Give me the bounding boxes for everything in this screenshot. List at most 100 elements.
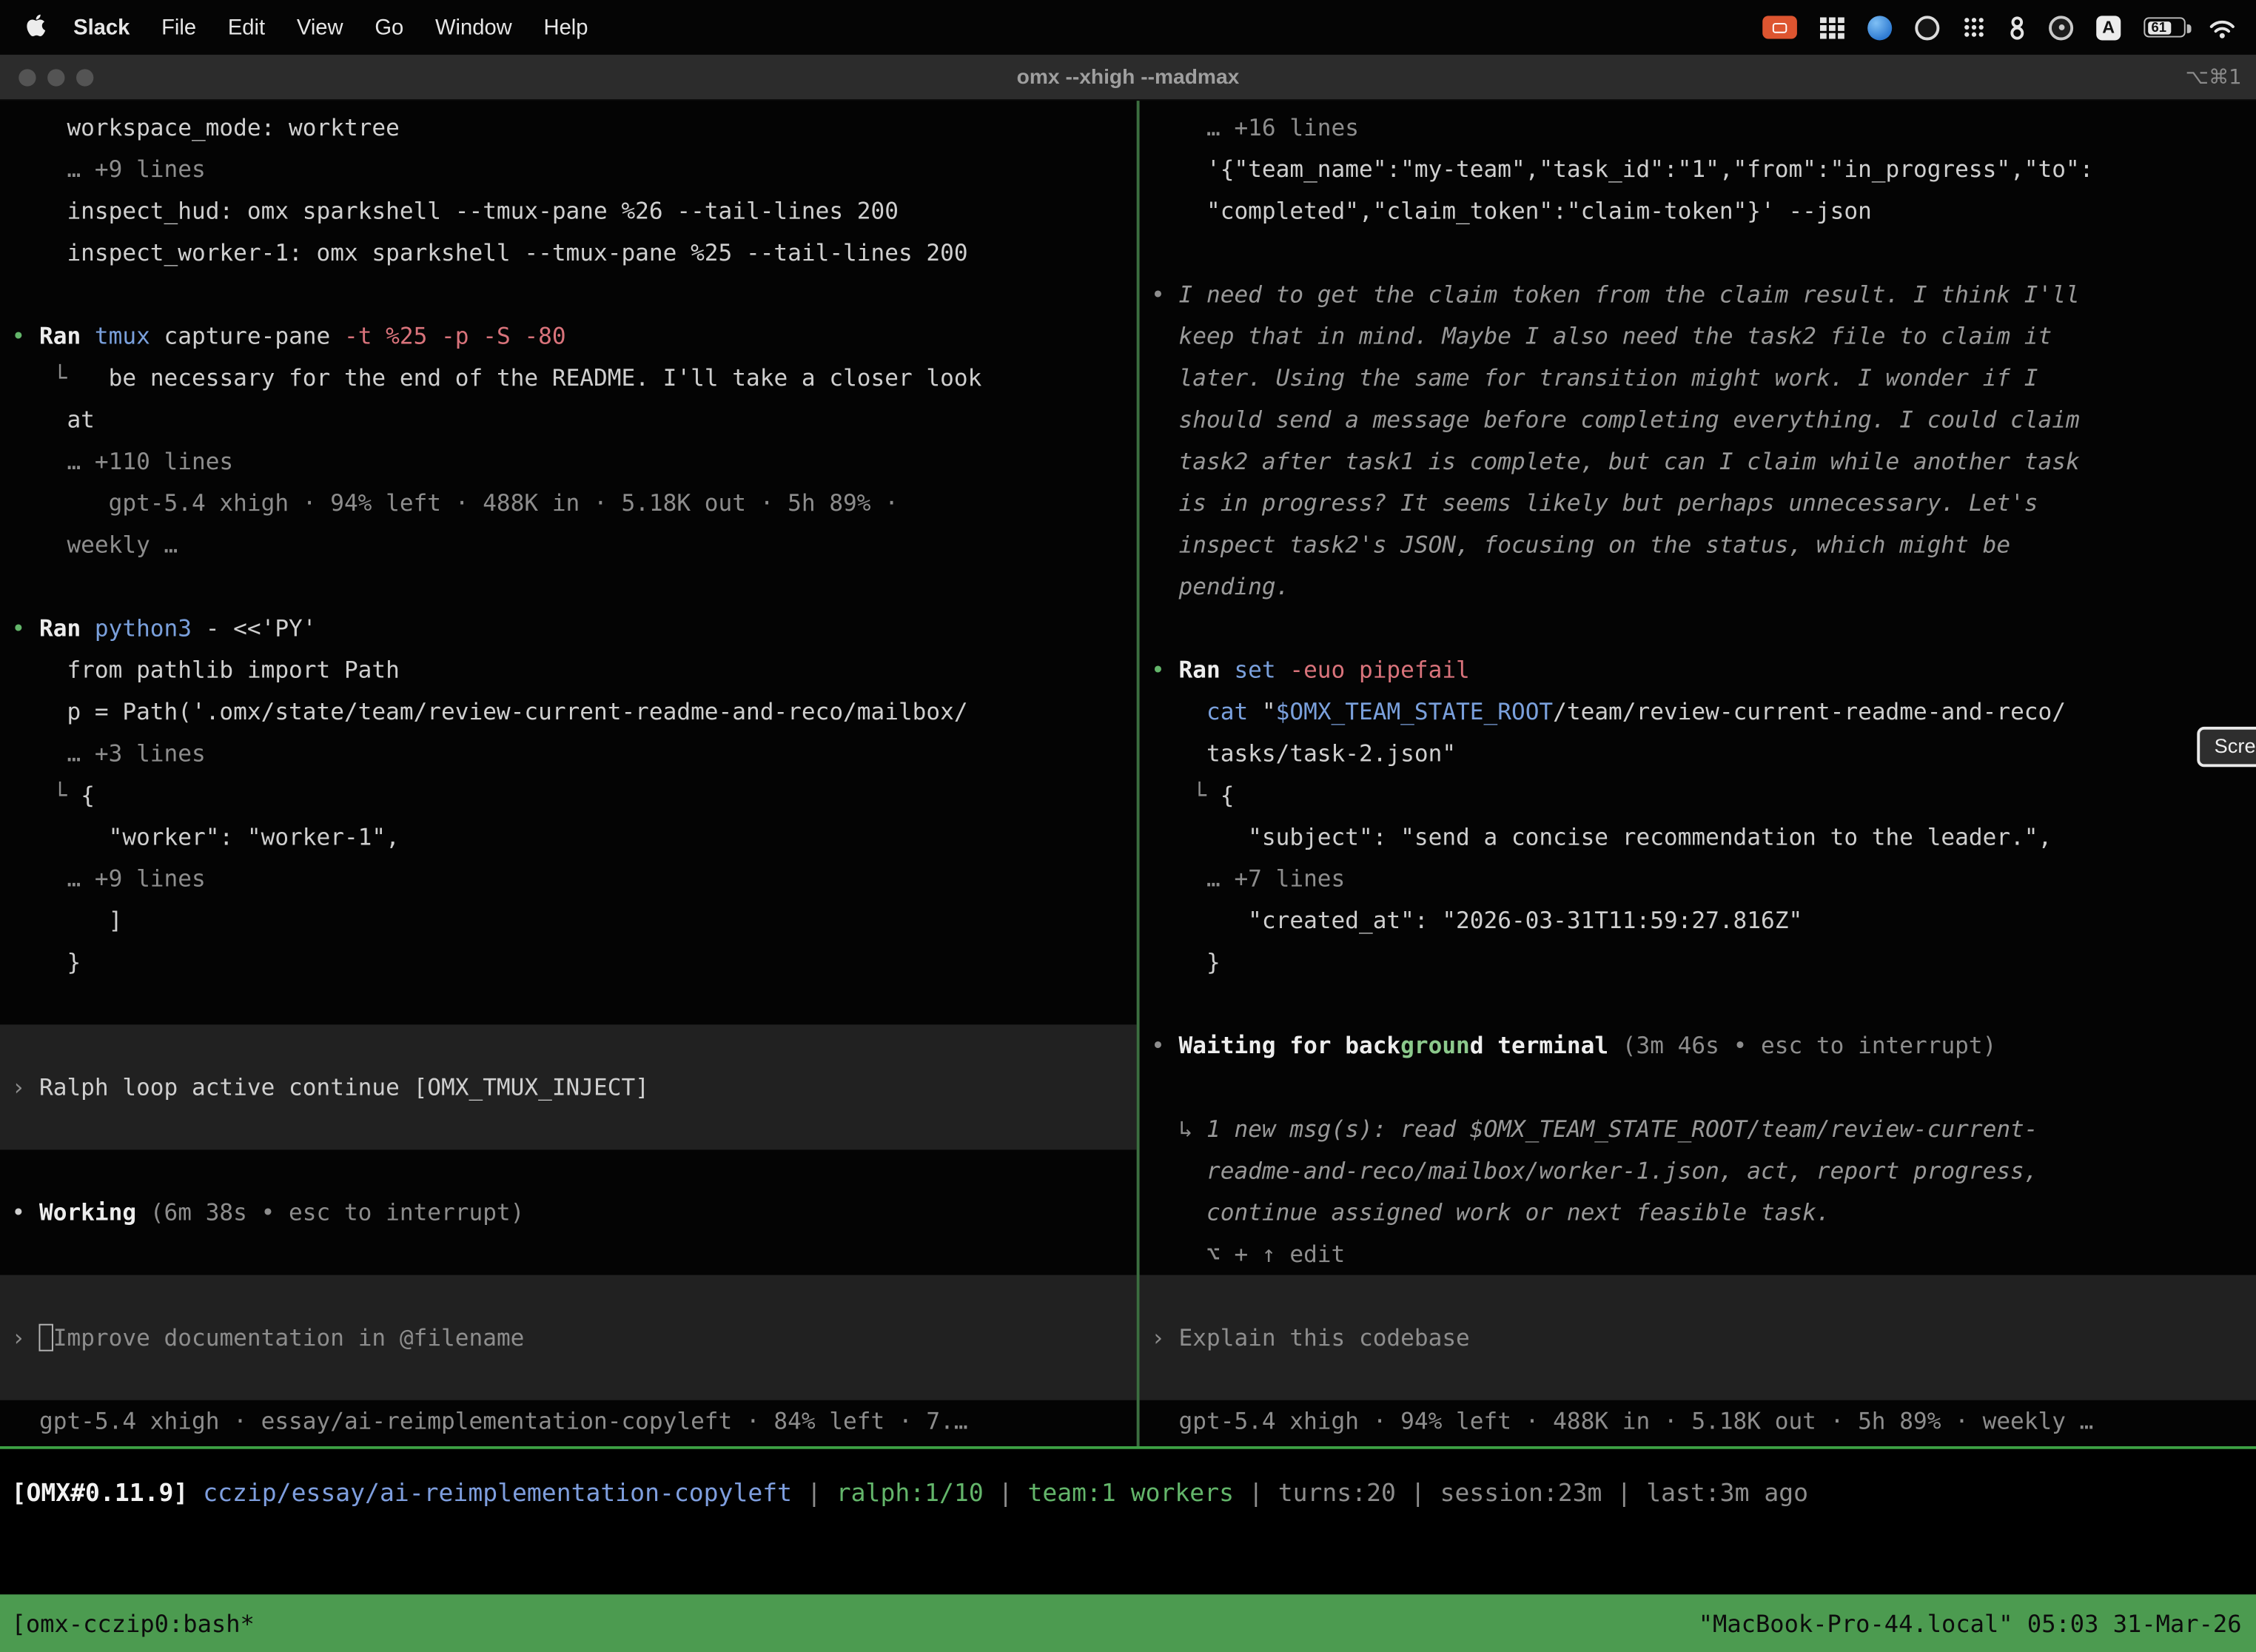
terminal-text: } — [1151, 948, 1221, 976]
terminal-text: readme-and-reco/mailbox/worker-1.json, a… — [1151, 1157, 2038, 1184]
menu-item-help[interactable]: Help — [528, 15, 604, 39]
terminal-line: } — [12, 941, 1137, 983]
terminal-text: I need to get the claim token from the c… — [1179, 281, 2080, 308]
menu-item-edit[interactable]: Edit — [212, 15, 281, 39]
terminal-text: Ran — [39, 323, 95, 350]
dots-grid-icon[interactable] — [1962, 16, 1985, 38]
minimize-button[interactable] — [47, 68, 64, 85]
terminal-text: continue assigned work or next feasible … — [1151, 1199, 1830, 1226]
terminal-line: › Improve documentation in @filename — [12, 1317, 1137, 1358]
apple-menu[interactable] — [26, 13, 46, 43]
terminal-text: … +3 lines — [12, 739, 206, 767]
terminal-line — [12, 1108, 1137, 1149]
terminal-text: keep that in mind. Maybe I also need the… — [1151, 323, 2052, 350]
terminal-line: └ be necessary for the end of the README… — [12, 357, 1137, 398]
terminal-line: } — [1151, 941, 2256, 983]
screen-recording-indicator-icon[interactable] — [1762, 16, 1797, 38]
terminal-line: at — [12, 399, 1137, 440]
battery-percent-label: 61 — [2148, 19, 2169, 35]
prompt-band: › Improve documentation in @filename — [0, 1275, 1137, 1400]
terminal-text: (6m 38s • esc to interrupt) — [150, 1199, 525, 1226]
terminal-text: cat — [1206, 698, 1262, 725]
terminal-text: { — [81, 782, 95, 809]
close-button[interactable] — [19, 68, 36, 85]
menu-item-file[interactable]: File — [146, 15, 212, 39]
terminal-text: Working — [39, 1199, 150, 1226]
terminal-line: • Ran tmux capture-pane -t %25 -p -S -80 — [12, 315, 1137, 357]
terminal-text: last:3m ago — [1646, 1480, 1808, 1508]
terminal-line — [12, 273, 1137, 315]
terminal-line — [1151, 607, 2256, 648]
terminal-text: tmux — [95, 323, 164, 350]
terminal-text: "created_at": "2026-03-31T11:59:27.816Z" — [1151, 907, 1802, 934]
terminal-text: └ — [12, 782, 81, 809]
terminal-text: | — [1234, 1480, 1278, 1508]
terminal-line: … +110 lines — [12, 440, 1137, 482]
terminal-line: inspect task2's JSON, focusing on the st… — [1151, 524, 2256, 565]
circle-app-icon[interactable] — [2049, 15, 2073, 39]
terminal-text: … +9 lines — [12, 864, 206, 892]
terminal-text: • — [1151, 657, 1178, 684]
terminal-text: /team/review-current-readme-and-reco/ — [1553, 698, 2066, 725]
terminal-line: pending. — [1151, 565, 2256, 607]
right-pane[interactable]: … +16 lines '{"team_name":"my-team","tas… — [1140, 101, 2256, 1446]
terminal-line — [1151, 983, 2256, 1024]
menu-item-go[interactable]: Go — [359, 15, 420, 39]
apple-logo-icon — [26, 13, 46, 43]
terminal-text: Improve documentation in @filename — [53, 1324, 525, 1352]
terminal-line: "subject": "send a concise recommendatio… — [1151, 816, 2256, 857]
terminal-line: • Waiting for background terminal (3m 46… — [1151, 1024, 2256, 1066]
menu-item-view[interactable]: View — [281, 15, 359, 39]
terminal-text: | — [792, 1480, 836, 1508]
blue-app-icon[interactable] — [1867, 15, 1892, 39]
terminal-line: readme-and-reco/mailbox/worker-1.json, a… — [1151, 1149, 2256, 1191]
terminal-line: inspect_hud: omx sparkshell --tmux-pane … — [12, 190, 1137, 232]
terminal-line — [1151, 232, 2256, 273]
terminal-text: is in progress? It seems likely but perh… — [1151, 489, 2038, 517]
terminal-line: … +3 lines — [12, 733, 1137, 774]
terminal-text — [1151, 698, 1206, 725]
terminal-text: "worker": "worker-1", — [12, 823, 400, 850]
terminal-text: capture-pane — [164, 323, 344, 350]
terminal-line: "completed","claim_token":"claim-token"}… — [1151, 190, 2256, 232]
terminal-line: from pathlib import Path — [12, 649, 1137, 691]
prompt-band: › Ralph loop active continue [OMX_TMUX_I… — [0, 1024, 1137, 1149]
key-icon[interactable] — [2009, 15, 2026, 39]
menu-app-name[interactable]: Slack — [58, 15, 146, 39]
terminal-text: pending. — [1151, 573, 1289, 600]
terminal-text: $OMX_TEAM_STATE_ROOT — [1276, 698, 1554, 725]
terminal-text: inspect task2's JSON, focusing on the st… — [1151, 531, 2010, 558]
menu-bar-left: Slack File Edit View Go Window Help — [26, 13, 604, 43]
terminal-text: • — [1151, 1032, 1178, 1059]
terminal: workspace_mode: worktree … +9 lines insp… — [0, 101, 2256, 1446]
window-title-bar[interactable]: omx --xhigh --madmax ⌥⌘1 — [0, 55, 2256, 101]
terminal-line: gpt-5.4 xhigh · 94% left · 488K in · 5.1… — [1151, 1400, 2256, 1442]
wifi-icon[interactable] — [2209, 16, 2236, 38]
terminal-block: gpt-5.4 xhigh · 94% left · 488K in · 5.1… — [1151, 1400, 2256, 1442]
terminal-text: p = Path('.omx/state/team/review-current… — [12, 698, 968, 725]
battery-icon[interactable]: 61 — [2143, 17, 2185, 37]
terminal-line — [1151, 1275, 2256, 1317]
terminal-text: (3m 46s • esc to interrupt) — [1622, 1032, 1997, 1059]
zoom-button[interactable] — [76, 68, 93, 85]
terminal-text: turns:20 — [1278, 1480, 1396, 1508]
terminal-text: ralph:1/10 — [836, 1480, 984, 1508]
terminal-text: groun — [1400, 1032, 1470, 1059]
input-source-icon[interactable]: A — [2096, 15, 2121, 39]
terminal-line: continue assigned work or next feasible … — [1151, 1192, 2256, 1233]
left-pane[interactable]: workspace_mode: worktree … +9 lines insp… — [0, 101, 1137, 1446]
terminal-text: inspect_worker-1: omx sparkshell --tmux-… — [12, 239, 968, 266]
text-cursor — [39, 1324, 53, 1352]
menu-item-window[interactable]: Window — [420, 15, 528, 39]
grid-icon[interactable] — [1820, 16, 1844, 38]
terminal-text: • — [1151, 281, 1178, 308]
terminal-text: | — [984, 1480, 1028, 1508]
window-shortcut-hint: ⌥⌘1 — [2186, 65, 2242, 88]
terminal-text: should send a message before completing … — [1151, 406, 2080, 433]
terminal-text: Ran — [1179, 657, 1235, 684]
terminal-line: … +16 lines — [1151, 107, 2256, 148]
dark-circle-icon[interactable] — [1915, 15, 1939, 39]
terminal-text: › — [12, 1324, 39, 1352]
terminal-line — [1151, 1358, 2256, 1400]
terminal-line: inspect_worker-1: omx sparkshell --tmux-… — [12, 232, 1137, 273]
